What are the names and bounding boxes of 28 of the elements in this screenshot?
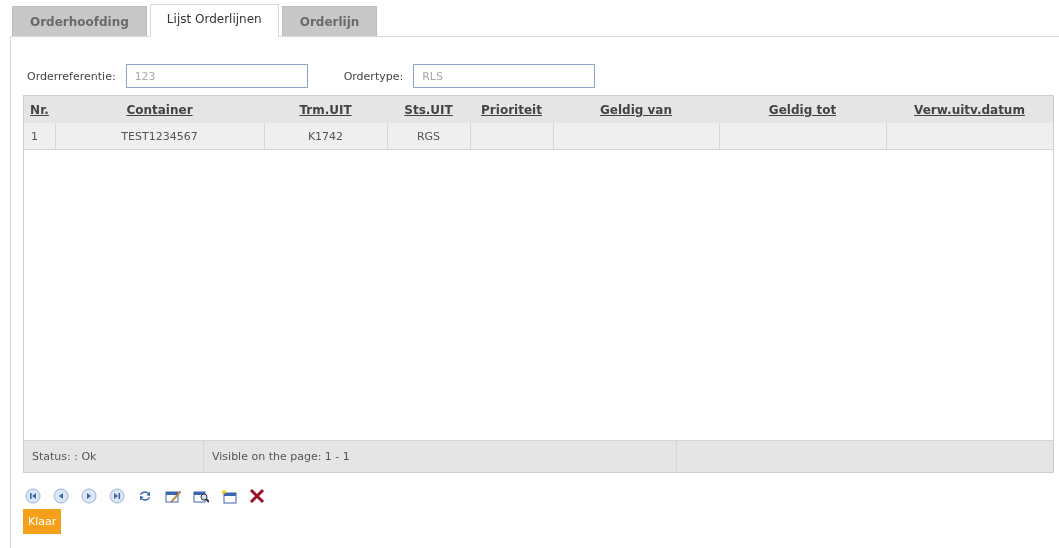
input-field[interactable]: 123 <box>125 64 308 88</box>
input-field[interactable]: RLS <box>413 64 596 88</box>
column-header[interactable]: Sts.UIT <box>387 96 470 123</box>
field-label: Orderreferentie: <box>27 69 116 83</box>
table-cell: RGS <box>387 123 470 150</box>
column-header[interactable]: Verw.uitv.datum <box>886 96 1053 123</box>
column-header[interactable]: Geldig van <box>553 96 719 123</box>
field-label: Ordertype: <box>343 69 404 83</box>
refresh-icon[interactable] <box>137 488 153 504</box>
delete-icon[interactable] <box>249 488 265 504</box>
column-header[interactable]: Prioriteit <box>470 96 553 123</box>
status-text: Visible on the page: 1 - 1 <box>204 441 677 472</box>
last-page-icon[interactable] <box>109 488 125 504</box>
column-header[interactable]: Container <box>55 96 264 123</box>
first-page-icon[interactable] <box>25 488 41 504</box>
column-header[interactable]: Trm.UIT <box>264 96 387 123</box>
status-text: Status: : Ok <box>24 441 204 472</box>
previous-page-icon[interactable] <box>53 488 69 504</box>
next-page-icon[interactable] <box>81 488 97 504</box>
tab[interactable]: Lijst Orderlijnen <box>149 4 279 37</box>
table-cell: TEST1234567 <box>55 123 264 150</box>
edit-table-icon[interactable] <box>165 488 181 504</box>
table-cell: 1 <box>24 123 55 150</box>
new-table-icon[interactable] <box>221 488 237 504</box>
column-header[interactable]: Nr. <box>24 96 55 123</box>
column-header[interactable]: Geldig tot <box>719 96 886 123</box>
table-cell: K1742 <box>264 123 387 150</box>
magnifier-table-icon[interactable] <box>193 488 209 504</box>
